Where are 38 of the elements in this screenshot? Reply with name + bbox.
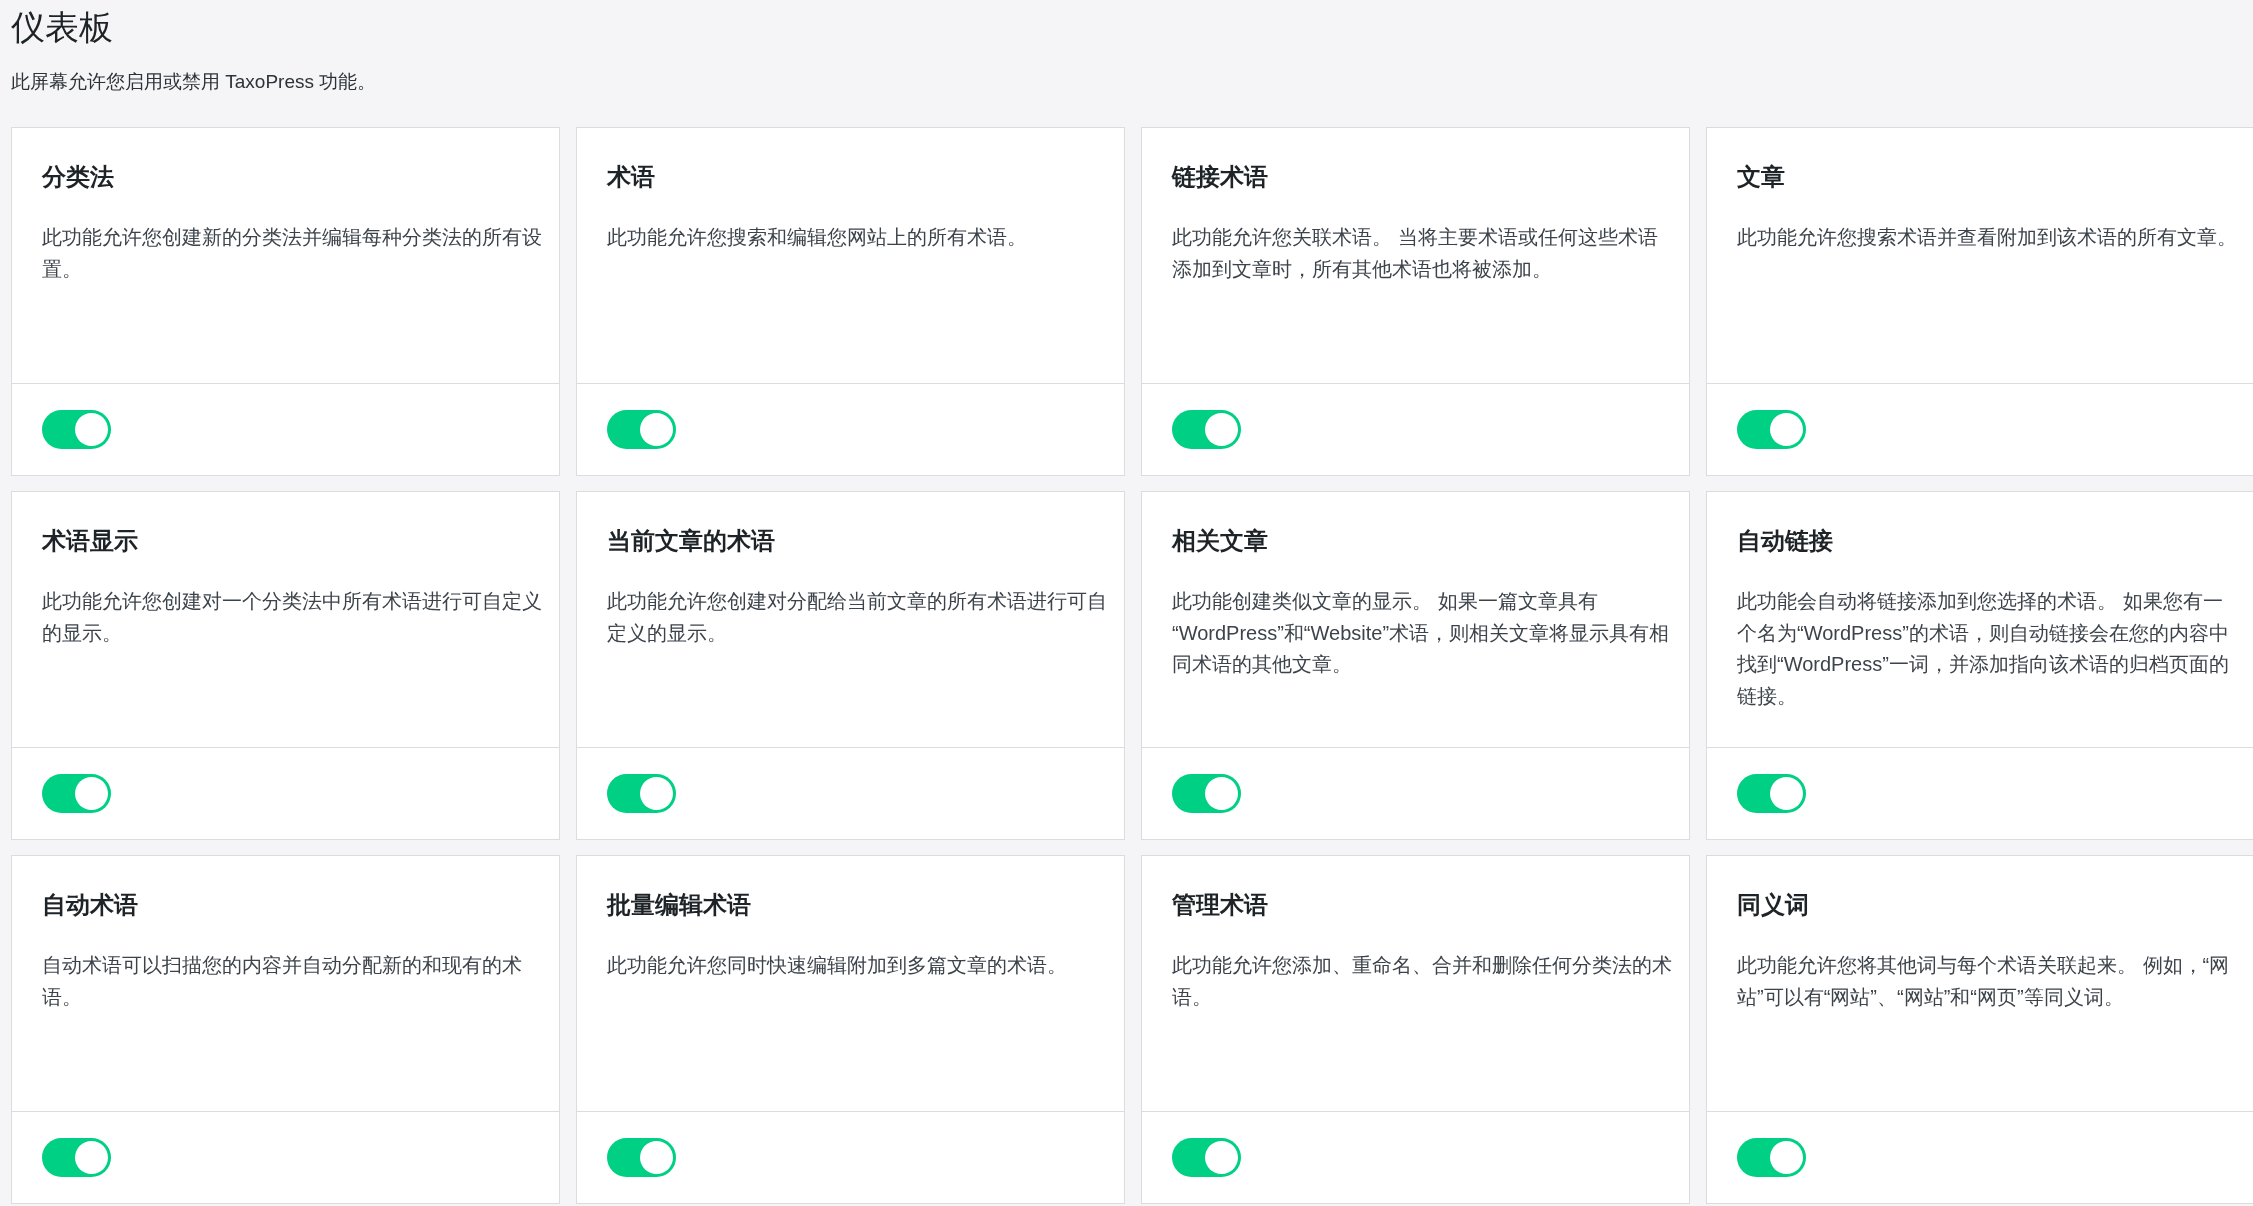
card-title: 自动链接 — [1737, 526, 1833, 556]
toggle-switch[interactable] — [1172, 410, 1241, 449]
toggle-switch[interactable] — [1172, 774, 1241, 813]
card-description: 此功能允许您添加、重命名、合并和删除任何分类法的术语。 — [1172, 953, 1673, 1010]
card-title: 术语显示 — [42, 526, 138, 556]
toggle-switch[interactable] — [1737, 410, 1806, 449]
card-description: 此功能允许您将其他词与每个术语关联起来。 例如，“网站”可以有“网站”、“网站”和“网页”等同义词。 — [1737, 953, 2231, 1010]
toggle-switch[interactable] — [1737, 774, 1806, 813]
card-title: 当前文章的术语 — [607, 526, 775, 556]
card-title: 文章 — [1737, 162, 1785, 192]
toggle-switch[interactable] — [42, 1138, 111, 1177]
toggle-switch[interactable] — [42, 774, 111, 813]
card-title: 同义词 — [1737, 890, 1809, 920]
card-description: 此功能允许您创建对一个分类法中所有术语进行可自定义的显示。 — [42, 589, 543, 646]
card-description: 此功能允许您创建对分配给当前文章的所有术语进行可自定义的显示。 — [607, 589, 1108, 646]
card-title: 自动术语 — [42, 890, 138, 920]
card-title: 管理术语 — [1172, 890, 1268, 920]
page-description: 此屏幕允许您启用或禁用 TaxoPress 功能。 — [11, 70, 377, 94]
page-title: 仪表板 — [11, 7, 113, 48]
toggle-switch[interactable] — [1172, 1138, 1241, 1177]
card-description: 此功能允许您创建新的分类法并编辑每种分类法的所有设置。 — [42, 225, 543, 282]
card-title: 术语 — [607, 162, 655, 192]
card-description: 此功能创建类似文章的显示。 如果一篇文章具有“WordPress”和“Website”术语，则相关文章将显示具有相同术语的其他文章。 — [1172, 589, 1671, 678]
card-description: 此功能允许您关联术语。 当将主要术语或任何这些术语添加到文章时，所有其他术语也将被添加。 — [1172, 225, 1659, 282]
card-title: 分类法 — [42, 162, 114, 192]
card-title: 相关文章 — [1172, 526, 1268, 556]
card-description: 此功能允许您同时快速编辑附加到多篇文章的术语。 — [607, 953, 1068, 978]
toggle-switch[interactable] — [607, 1138, 676, 1177]
card-title: 链接术语 — [1172, 162, 1268, 192]
card-description: 此功能会自动将链接添加到您选择的术语。 如果您有一个名为“WordPress”的术语，则自动链接会在您的内容中找到“WordPress”一词，并添加指向该术语的归档页面的链接。 — [1737, 589, 2230, 709]
card-description: 此功能允许您搜索术语并查看附加到该术语的所有文章。 — [1737, 225, 2238, 250]
toggle-switch[interactable] — [1737, 1138, 1806, 1177]
toggle-switch[interactable] — [607, 410, 676, 449]
card-description: 此功能允许您搜索和编辑您网站上的所有术语。 — [607, 225, 1028, 250]
toggle-switch[interactable] — [42, 410, 111, 449]
card-description: 自动术语可以扫描您的内容并自动分配新的和现有的术语。 — [42, 953, 523, 1010]
toggle-switch[interactable] — [607, 774, 676, 813]
card-title: 批量编辑术语 — [607, 890, 751, 920]
